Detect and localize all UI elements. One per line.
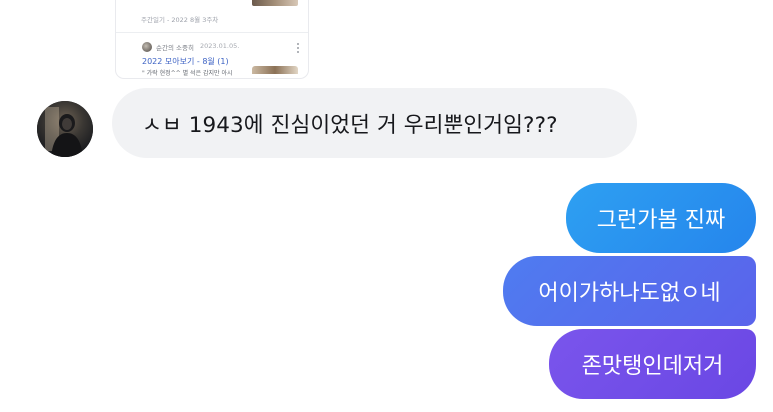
card-thumbnail [252, 0, 298, 6]
incoming-message-bubble[interactable]: ㅅㅂ 1943에 진심이었던 거 우리뿐인거임??? [112, 88, 637, 158]
card-previous-item: 주간일기 - 2022 8월 3주차 [116, 0, 308, 30]
post-author: 순간의 소중히 [156, 44, 194, 52]
outgoing-message-bubble[interactable]: 어이가하나도없ㅇ네 [503, 256, 756, 326]
outgoing-message-text: 존맛탱인데저거 [581, 354, 724, 379]
outgoing-message-bubble[interactable]: 그런가봄 진짜 [566, 183, 756, 253]
sender-avatar[interactable] [37, 101, 93, 157]
card-post-item[interactable]: 순간의 소중히 2023.01.05. 2022 모아보기 - 8월 (1) "… [116, 34, 308, 78]
card-divider [116, 32, 308, 33]
outgoing-message-bubble[interactable]: 존맛탱인데저거 [549, 329, 756, 399]
post-thumbnail [252, 66, 298, 74]
post-date: 2023.01.05. [200, 42, 240, 50]
chat-screen: 주간일기 - 2022 8월 3주차 순간의 소중히 2023.01.05. 2… [0, 0, 773, 412]
post-title-link[interactable]: 2022 모아보기 - 8월 (1) [142, 56, 229, 67]
incoming-message-text: ㅅㅂ 1943에 진심이었던 거 우리뿐인거임??? [142, 112, 558, 138]
post-snippet: " 가락 현정^^ 별 석은 감지만 아시 [142, 70, 233, 77]
outgoing-message-text: 그런가봄 진짜 [596, 208, 726, 233]
shared-post-card[interactable]: 주간일기 - 2022 8월 3주차 순간의 소중히 2023.01.05. 2… [116, 0, 308, 78]
card-caption: 주간일기 - 2022 8월 3주차 [141, 16, 219, 24]
outgoing-message-text: 어이가하나도없ㅇ네 [538, 281, 721, 306]
post-author-avatar [142, 42, 152, 52]
more-vertical-icon[interactable] [296, 42, 300, 53]
